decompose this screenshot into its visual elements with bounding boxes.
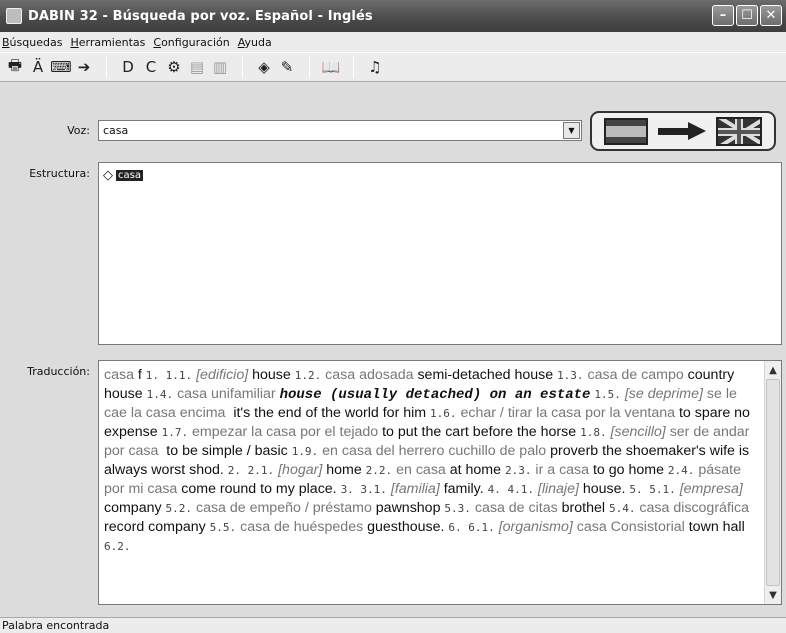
bell-icon[interactable]: ♫ [364,56,386,78]
tool-icon[interactable]: ⚙ [163,56,185,78]
scroll-down-icon[interactable]: ▼ [765,587,781,603]
disabled-tool-icon[interactable]: ▤ [186,56,208,78]
arrow-right-icon [658,122,706,140]
translation-panel[interactable]: casa f 1. 1.1. [edificio] house 1.2. cas… [98,360,782,605]
toolbar-separator [106,56,107,78]
tree-node-label: casa [116,170,143,181]
menu-herramientas[interactable]: Herramientas [70,36,145,49]
minimize-button[interactable]: – [712,5,734,26]
app-icon [6,8,22,24]
uk-flag-icon [716,116,762,146]
maximize-button[interactable]: ☐ [736,5,758,26]
spain-flag-icon [604,117,648,145]
toolbar-separator [309,56,310,78]
close-button[interactable]: ✕ [760,5,782,26]
voz-value: casa [103,124,129,137]
phonetic-icon[interactable]: Ä [27,56,49,78]
voz-combo[interactable]: casa ▼ [98,120,582,141]
voz-label: Voz: [67,124,90,137]
print-icon[interactable]: 🖶 [4,56,26,78]
edit-icon[interactable]: ✎ [276,56,298,78]
keyboard-icon[interactable]: ⌨ [50,56,72,78]
menu-busquedas[interactable]: Búsquedas [2,36,62,49]
chevron-down-icon[interactable]: ▼ [563,122,580,139]
audio-icon[interactable]: ◈ [253,56,275,78]
structure-icon[interactable]: D [117,56,139,78]
title-bar: DABIN 32 - Búsqueda por voz. Español - I… [0,0,786,32]
refresh-icon[interactable]: C [140,56,162,78]
estructura-label: Estructura: [29,167,90,180]
scroll-thumb[interactable] [766,379,780,586]
language-direction-button[interactable] [590,111,776,151]
menu-configuracion[interactable]: Configuración [153,36,229,49]
vertical-scrollbar[interactable]: ▲ ▼ [764,361,781,604]
window-title: DABIN 32 - Búsqueda por voz. Español - I… [28,8,373,24]
go-arrow-icon[interactable]: ➔ [73,56,95,78]
menu-bar: Búsquedas Herramientas Configuración Ayu… [0,32,786,52]
book-icon[interactable]: 📖 [320,56,342,78]
scroll-up-icon[interactable]: ▲ [765,362,781,378]
menu-ayuda[interactable]: Ayuda [238,36,272,49]
traduccion-label: Traducción: [27,365,90,378]
tree-node[interactable]: ◇ casa [103,169,143,182]
translation-text: casa f 1. 1.1. [edificio] house 1.2. cas… [104,367,750,553]
tag-icon: ◇ [103,168,113,183]
disabled-tool-icon[interactable]: ▥ [209,56,231,78]
toolbar: 🖶 Ä ⌨ ➔ D C ⚙ ▤ ▥ ◈ ✎ 📖 ♫ [0,52,786,82]
status-text: Palabra encontrada [2,619,110,632]
structure-tree[interactable]: ◇ casa [98,162,782,345]
toolbar-separator [242,56,243,78]
status-bar: Palabra encontrada [0,617,786,633]
toolbar-separator [353,56,354,78]
